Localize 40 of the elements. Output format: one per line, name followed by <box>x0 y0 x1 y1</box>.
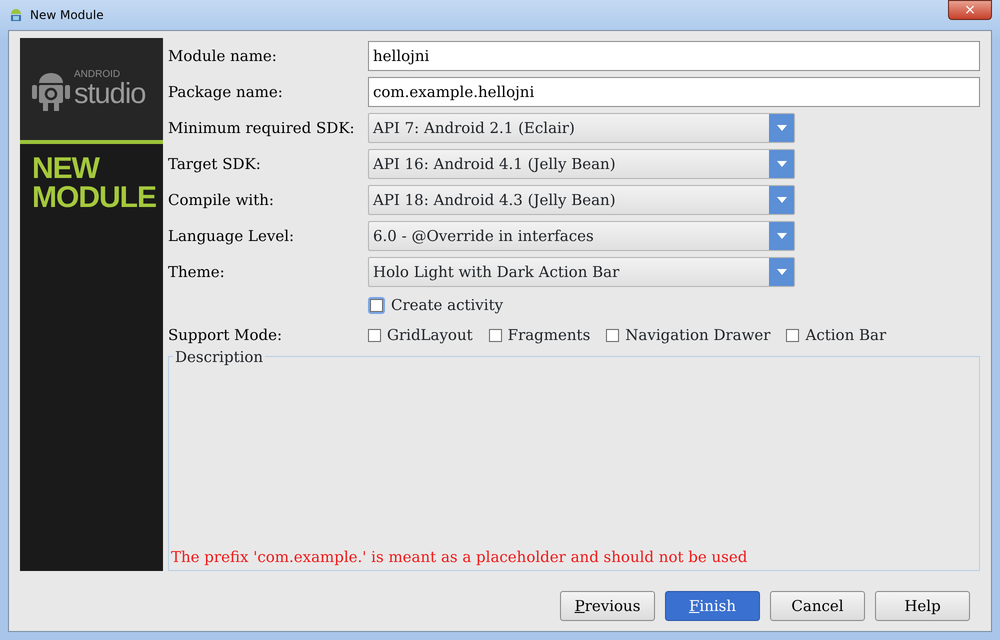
dropdown[interactable]: Holo Light with Dark Action Bar <box>368 257 795 287</box>
text-field[interactable]: com.example.hellojni <box>368 77 980 107</box>
checkbox[interactable] <box>606 328 620 342</box>
dropdown-arrow-icon <box>776 125 786 131</box>
checkbox[interactable] <box>786 328 800 342</box>
dialog-button[interactable]: Cancel <box>770 591 865 621</box>
dropdown-arrow-icon <box>776 269 786 275</box>
dropdown[interactable]: API 18: Android 4.3 (Jelly Bean) <box>368 185 795 215</box>
field-label: Theme: <box>168 262 226 283</box>
dialog-button[interactable]: Previous <box>560 591 655 621</box>
dropdown[interactable]: 6.0 - @Override in interfaces <box>368 221 795 251</box>
field-label: Module name: <box>168 46 278 67</box>
dropdown-arrow-icon <box>776 233 786 239</box>
banner-heading: NEW MODULE <box>31 151 157 216</box>
dropdown[interactable]: API 16: Android 4.1 (Jelly Bean) <box>368 149 795 179</box>
field-label: Compile with: <box>168 190 275 211</box>
field-label: Package name: <box>168 82 284 103</box>
dropdown-arrow-icon <box>776 197 786 203</box>
text-field[interactable]: hellojni <box>368 41 980 71</box>
checkbox-label: Create activity <box>391 294 504 316</box>
checkbox-label: Action Bar <box>805 324 886 346</box>
checkbox-label: Navigation Drawer <box>625 324 770 346</box>
android-robot-icon <box>8 7 24 23</box>
dropdown[interactable]: API 7: Android 2.1 (Eclair) <box>368 113 795 143</box>
brand-caption: ANDROID <box>74 70 122 80</box>
checkbox-label: Fragments <box>508 324 590 346</box>
dropdown-arrow-icon <box>776 161 786 167</box>
brand-name: studio <box>74 80 146 108</box>
description-legend: Description <box>173 348 266 366</box>
checkbox[interactable] <box>488 328 502 342</box>
dialog-button[interactable]: Help <box>875 591 970 621</box>
field-label: Minimum required SDK: <box>168 118 356 139</box>
field-label: Language Level: <box>168 226 296 247</box>
error-message: The prefix 'com.example.' is meant as a placeholder and should not be used <box>171 546 748 568</box>
checkbox[interactable] <box>368 328 381 342</box>
window-title: New Module <box>30 7 104 24</box>
field-label: Support Mode: <box>168 324 284 346</box>
checkbox-label: GridLayout <box>387 324 473 346</box>
dialog-button[interactable]: Finish <box>665 591 760 621</box>
field-label: Target SDK: <box>168 154 262 175</box>
